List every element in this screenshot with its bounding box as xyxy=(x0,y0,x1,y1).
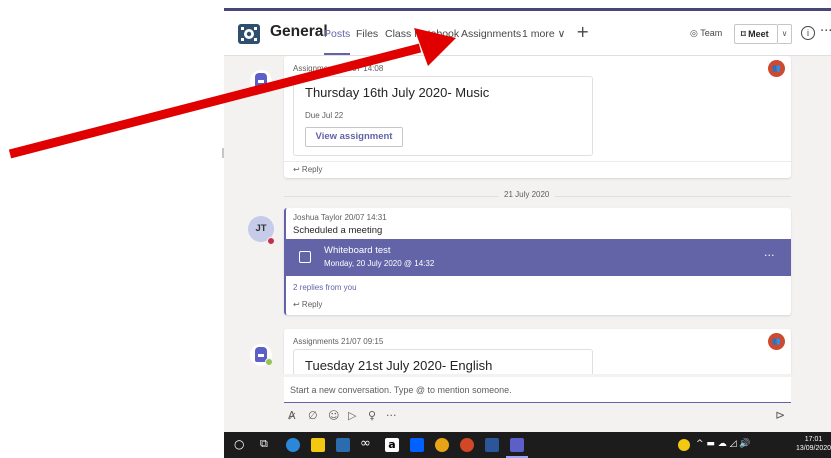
tab-more[interactable]: 1 more ∨ xyxy=(522,28,565,40)
clock-date: 13/09/2020 xyxy=(796,445,831,452)
message-meta: Assignments 20/07 14:08 xyxy=(293,64,384,73)
meeting-title: Whiteboard test xyxy=(324,245,391,256)
meet-label: Meet xyxy=(748,29,769,39)
tab-files[interactable]: Files xyxy=(356,28,378,40)
assignments-avatar xyxy=(250,70,272,92)
meeting-more-icon[interactable]: ··· xyxy=(764,249,775,262)
meet-button[interactable]: ⌑ Meet xyxy=(734,24,778,44)
message-card: Assignments 21/07 09:15 👥 Tuesday 21st J… xyxy=(284,329,791,374)
tab-posts[interactable]: Posts xyxy=(324,28,350,40)
emoji-icon[interactable]: ☺ xyxy=(328,409,339,422)
assignment-due: Due Jul 22 xyxy=(305,111,344,120)
compose-input[interactable] xyxy=(284,377,791,403)
word-icon[interactable] xyxy=(485,438,499,452)
compose-area: A̷ ∅ ☺ ▷ ♀ ··· ⊳ xyxy=(224,374,831,432)
team-icon[interactable] xyxy=(238,24,260,44)
channel-name: General xyxy=(270,23,328,40)
task-view-icon[interactable]: ⧉ xyxy=(260,437,268,451)
assignment-card[interactable]: Tuesday 21st July 2020- English xyxy=(293,349,593,374)
reaction-icon[interactable]: 👥 xyxy=(768,60,785,77)
teams-window: General Posts Files Class Notebook Assig… xyxy=(224,8,831,432)
gif-icon[interactable]: ▷ xyxy=(348,409,356,422)
busy-status-dot xyxy=(267,237,275,245)
system-tray[interactable]: ^ ▬ ☁ ◿ 🔊 xyxy=(696,439,751,449)
calendar-icon xyxy=(299,251,311,263)
clock-time: 17:01 xyxy=(804,436,823,443)
taskbar: ○ ⧉ ∞ a ^ ▬ ☁ ◿ 🔊 17:01 13/09/2020 xyxy=(224,432,831,458)
dropbox-icon[interactable] xyxy=(410,438,424,452)
replies-link[interactable]: 2 replies from you xyxy=(293,283,357,292)
message-meta: Assignments 21/07 09:15 xyxy=(293,337,384,346)
tab-assignments[interactable]: Assignments xyxy=(461,28,521,40)
powerpoint-icon[interactable] xyxy=(460,438,474,452)
taskbar-clock[interactable]: 17:01 13/09/2020 xyxy=(796,435,831,453)
date-label: 21 July 2020 xyxy=(498,190,556,199)
edge-icon[interactable] xyxy=(286,438,300,452)
meeting-time: Monday, 20 July 2020 @ 14:32 xyxy=(324,259,435,268)
date-divider: 21 July 2020 xyxy=(284,190,791,202)
info-icon[interactable]: i xyxy=(801,26,815,40)
available-status-dot xyxy=(265,358,273,366)
chrome-icon[interactable] xyxy=(435,438,449,452)
conversation-feed[interactable]: Assignments 20/07 14:08 👥 Thursday 16th … xyxy=(224,56,831,374)
more-tools-icon[interactable]: ··· xyxy=(386,409,397,422)
assignment-title: Thursday 16th July 2020- Music xyxy=(305,85,490,100)
backpack-icon xyxy=(255,73,267,88)
assignment-title: Tuesday 21st July 2020- English xyxy=(305,358,493,373)
screen: General Posts Files Class Notebook Assig… xyxy=(0,0,831,458)
message-meta: Joshua Taylor 20/07 14:31 xyxy=(293,213,387,222)
team-button[interactable]: ◎ Team xyxy=(690,28,722,39)
meeting-card[interactable]: Whiteboard test Monday, 20 July 2020 @ 1… xyxy=(286,239,791,276)
teams-taskbar-icon[interactable] xyxy=(510,438,524,452)
add-tab-icon[interactable]: + xyxy=(576,22,589,41)
search-icon[interactable]: ○ xyxy=(234,437,244,451)
tab-class-notebook[interactable]: Class Notebook xyxy=(385,28,459,40)
format-icon[interactable]: A̷ xyxy=(288,409,296,422)
reaction-icon[interactable]: 👥 xyxy=(768,333,785,350)
more-options-icon[interactable]: ··· xyxy=(820,24,831,39)
help-icon[interactable] xyxy=(678,439,690,451)
attach-icon[interactable]: ∅ xyxy=(308,409,318,422)
message-card: Assignments 20/07 14:08 👥 Thursday 16th … xyxy=(284,56,791,178)
assignment-card[interactable]: Thursday 16th July 2020- Music Due Jul 2… xyxy=(293,76,593,156)
active-tab-indicator xyxy=(324,53,350,55)
infinity-app-icon[interactable]: ∞ xyxy=(360,436,371,451)
praise-icon[interactable]: ♀ xyxy=(368,409,376,422)
compose-box xyxy=(284,377,791,403)
view-assignment-button[interactable]: View assignment xyxy=(305,127,403,147)
store-icon[interactable] xyxy=(336,438,350,452)
amazon-icon[interactable]: a xyxy=(385,438,399,452)
reply-button[interactable]: ↩ Reply xyxy=(284,161,791,178)
channel-header: General Posts Files Class Notebook Assig… xyxy=(224,11,831,56)
meet-dropdown-chevron-icon[interactable]: ∨ xyxy=(778,24,792,44)
file-explorer-icon[interactable] xyxy=(311,438,325,452)
message-card: Joshua Taylor 20/07 14:31 Scheduled a me… xyxy=(284,208,791,315)
reply-button[interactable]: ↩ Reply xyxy=(286,297,793,314)
send-icon[interactable]: ⊳ xyxy=(775,408,785,422)
message-text: Scheduled a meeting xyxy=(293,225,383,236)
